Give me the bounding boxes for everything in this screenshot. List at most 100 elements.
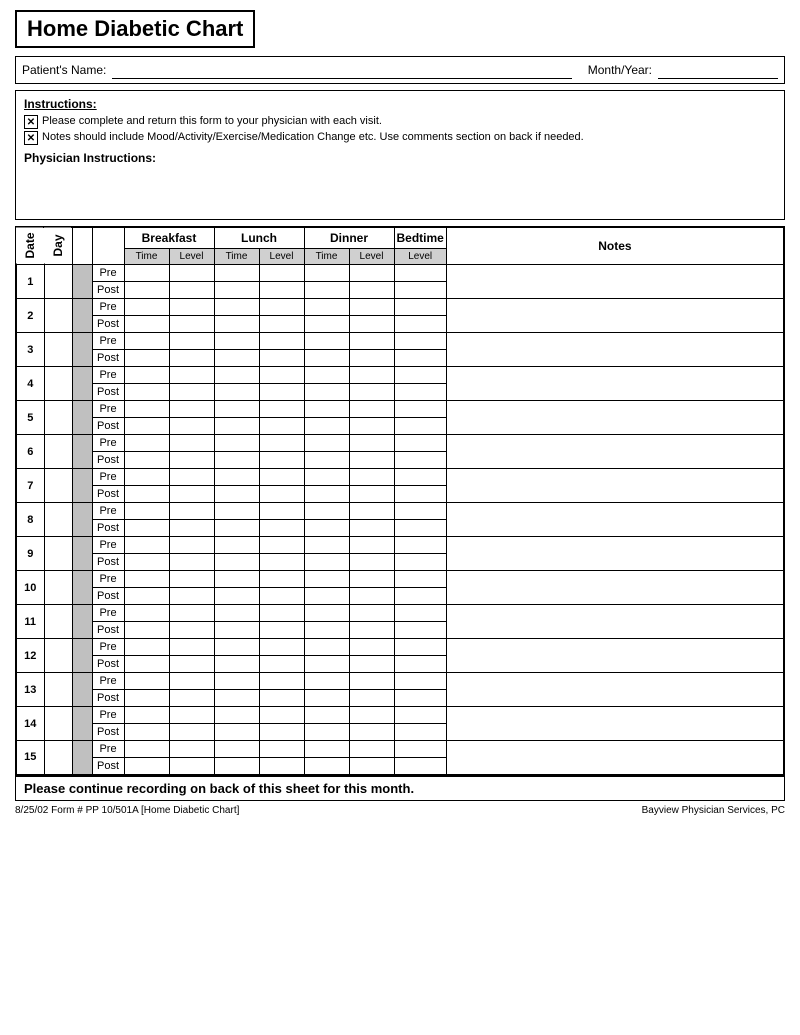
data-cell[interactable] (394, 707, 446, 724)
data-cell[interactable] (304, 707, 349, 724)
data-cell[interactable] (349, 316, 394, 333)
data-cell[interactable] (304, 639, 349, 656)
data-cell[interactable] (169, 588, 214, 605)
data-cell[interactable] (304, 316, 349, 333)
data-cell[interactable] (349, 384, 394, 401)
data-cell[interactable] (124, 588, 169, 605)
data-cell[interactable] (349, 537, 394, 554)
data-cell[interactable] (394, 571, 446, 588)
data-cell[interactable] (394, 520, 446, 537)
data-cell[interactable] (304, 520, 349, 537)
data-cell[interactable] (169, 384, 214, 401)
data-cell[interactable] (169, 758, 214, 775)
data-cell[interactable] (259, 673, 304, 690)
data-cell[interactable] (124, 384, 169, 401)
data-cell[interactable] (394, 588, 446, 605)
data-cell[interactable] (259, 452, 304, 469)
data-cell[interactable] (349, 571, 394, 588)
data-cell[interactable] (214, 622, 259, 639)
day-cell[interactable] (44, 435, 72, 469)
data-cell[interactable] (259, 350, 304, 367)
data-cell[interactable] (124, 469, 169, 486)
data-cell[interactable] (169, 571, 214, 588)
data-cell[interactable] (304, 554, 349, 571)
data-cell[interactable] (124, 367, 169, 384)
data-cell[interactable] (169, 656, 214, 673)
data-cell[interactable] (169, 707, 214, 724)
data-cell[interactable] (349, 554, 394, 571)
data-cell[interactable] (446, 469, 784, 503)
data-cell[interactable] (304, 758, 349, 775)
data-cell[interactable] (169, 452, 214, 469)
data-cell[interactable] (259, 418, 304, 435)
data-cell[interactable] (394, 418, 446, 435)
data-cell[interactable] (394, 452, 446, 469)
data-cell[interactable] (214, 690, 259, 707)
data-cell[interactable] (349, 588, 394, 605)
day-cell[interactable] (44, 605, 72, 639)
month-year-field[interactable] (658, 61, 778, 79)
data-cell[interactable] (446, 367, 784, 401)
data-cell[interactable] (259, 435, 304, 452)
data-cell[interactable] (349, 605, 394, 622)
data-cell[interactable] (304, 656, 349, 673)
data-cell[interactable] (304, 367, 349, 384)
data-cell[interactable] (259, 503, 304, 520)
data-cell[interactable] (259, 316, 304, 333)
day-cell[interactable] (44, 537, 72, 571)
data-cell[interactable] (214, 537, 259, 554)
data-cell[interactable] (169, 554, 214, 571)
data-cell[interactable] (349, 707, 394, 724)
data-cell[interactable] (349, 282, 394, 299)
data-cell[interactable] (394, 350, 446, 367)
data-cell[interactable] (259, 690, 304, 707)
data-cell[interactable] (259, 520, 304, 537)
data-cell[interactable] (394, 724, 446, 741)
data-cell[interactable] (214, 571, 259, 588)
data-cell[interactable] (304, 384, 349, 401)
data-cell[interactable] (214, 741, 259, 758)
data-cell[interactable] (349, 401, 394, 418)
data-cell[interactable] (259, 486, 304, 503)
day-cell[interactable] (44, 673, 72, 707)
data-cell[interactable] (214, 367, 259, 384)
data-cell[interactable] (304, 486, 349, 503)
data-cell[interactable] (214, 673, 259, 690)
data-cell[interactable] (304, 469, 349, 486)
data-cell[interactable] (124, 673, 169, 690)
data-cell[interactable] (169, 299, 214, 316)
day-cell[interactable] (44, 401, 72, 435)
data-cell[interactable] (169, 503, 214, 520)
data-cell[interactable] (304, 571, 349, 588)
data-cell[interactable] (214, 588, 259, 605)
data-cell[interactable] (446, 673, 784, 707)
data-cell[interactable] (259, 758, 304, 775)
data-cell[interactable] (259, 622, 304, 639)
data-cell[interactable] (349, 367, 394, 384)
data-cell[interactable] (446, 299, 784, 333)
data-cell[interactable] (446, 605, 784, 639)
data-cell[interactable] (394, 690, 446, 707)
data-cell[interactable] (259, 571, 304, 588)
data-cell[interactable] (259, 401, 304, 418)
data-cell[interactable] (169, 537, 214, 554)
data-cell[interactable] (214, 282, 259, 299)
day-cell[interactable] (44, 265, 72, 299)
data-cell[interactable] (304, 724, 349, 741)
data-cell[interactable] (259, 299, 304, 316)
data-cell[interactable] (259, 741, 304, 758)
data-cell[interactable] (169, 724, 214, 741)
data-cell[interactable] (304, 282, 349, 299)
data-cell[interactable] (304, 537, 349, 554)
data-cell[interactable] (124, 452, 169, 469)
data-cell[interactable] (214, 435, 259, 452)
data-cell[interactable] (394, 299, 446, 316)
data-cell[interactable] (214, 639, 259, 656)
data-cell[interactable] (124, 282, 169, 299)
data-cell[interactable] (214, 469, 259, 486)
data-cell[interactable] (259, 282, 304, 299)
data-cell[interactable] (394, 554, 446, 571)
data-cell[interactable] (259, 554, 304, 571)
data-cell[interactable] (394, 316, 446, 333)
data-cell[interactable] (349, 452, 394, 469)
